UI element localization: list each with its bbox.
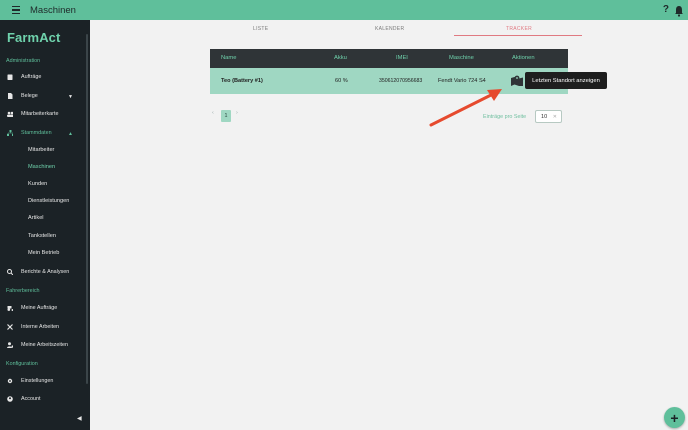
user-clock-icon [7,341,13,348]
sidebar-item-interne-arbeiten[interactable]: Interne Arbeiten [7,322,59,331]
pagination-next-button[interactable]: › [236,110,238,122]
tracker-table: Name Akku IMEI Maschine Aktionen Teo (Ba… [210,49,568,94]
tractor-icon [7,305,13,311]
document-icon [7,92,13,99]
help-icon[interactable]: ? [663,5,669,15]
sidebar-sub-tankstellen[interactable]: Tankstellen [28,233,56,239]
sidebar-item-label: Berichte & Analysen [21,268,70,275]
sidebar-item-meine-auftraege[interactable]: Meine Aufträge [7,303,57,312]
sidebar-item-label: Stammdaten [21,129,52,136]
tooltip: Letzten Standort anzeigen [525,72,607,89]
tab-liste[interactable]: LISTE [253,26,268,32]
sidebar-item-label: Aufträge [21,73,42,80]
sidebar-sub-kunden[interactable]: Kunden [28,181,47,187]
clipboard-icon [7,74,13,80]
sidebar-item-label: Account [21,395,41,402]
user-circle-icon [7,395,13,402]
section-konfiguration: Konfiguration [6,361,38,367]
tools-icon [7,323,13,330]
sidebar-sub-dienstleistungen[interactable]: Dienstleistungen [28,198,69,204]
chevron-up-icon[interactable]: ▲ [68,131,73,137]
table-row[interactable]: Teo (Battery #1) 60 % 350612070956683 Fe… [210,68,568,94]
sidebar-item-belege[interactable]: Belege [7,91,38,100]
gear-icon [7,378,13,384]
cell-name: Teo (Battery #1) [221,78,263,84]
sidebar-item-label: Belege [21,92,38,99]
pagination-prev-button[interactable]: ‹ [212,110,214,122]
page-title: Maschinen [30,4,76,16]
active-tab-indicator [454,35,582,36]
tab-bar: LISTE KALENDER TRACKER [225,20,582,38]
sidebar-item-auftraege[interactable]: Aufträge [7,72,41,81]
sidebar-scrollbar[interactable] [86,34,88,384]
notification-bell-icon[interactable] [674,4,684,17]
cell-imei: 350612070956683 [379,78,423,84]
search-chart-icon [7,268,13,275]
sidebar-item-label: Meine Arbeitszeiten [21,341,69,348]
sidebar-item-label: Mitarbeiterkarte [21,110,59,117]
section-fahrerbereich: Fahrerbereich [6,288,40,294]
pagination-page-1[interactable]: 1 [221,110,231,122]
sidebar-item-label: Interne Arbeiten [21,323,60,330]
sidebar-item-mitarbeiterkarte[interactable]: Mitarbeiterkarte [7,109,58,118]
column-header-name[interactable]: Name [221,55,236,61]
sidebar-item-berichte[interactable]: Berichte & Analysen [7,267,69,276]
sidebar-sub-mitarbeiter[interactable]: Mitarbeiter [28,147,54,153]
map-location-icon[interactable] [510,74,524,87]
sidebar-item-einstellungen[interactable]: Einstellungen [7,376,53,385]
per-page-select[interactable]: 10 ✕ [535,110,562,123]
sidebar-sub-artikel[interactable]: Artikel [28,215,44,221]
sitemap-icon [7,129,13,136]
sidebar-item-meine-arbeitszeiten[interactable]: Meine Arbeitszeiten [7,340,68,349]
sidebar-item-label: Einstellungen [21,377,54,384]
section-administration: Administration [6,58,41,64]
sidebar-item-stammdaten[interactable]: Stammdaten [7,128,52,137]
sidebar: FarmAct Administration Aufträge Belege ▼… [0,20,90,430]
hamburger-menu-icon[interactable] [4,0,28,20]
per-page-value: 10 [541,114,548,120]
column-header-aktionen: Aktionen [512,55,535,61]
cell-akku: 60 % [335,78,348,84]
sidebar-sub-maschinen[interactable]: Maschinen [28,164,55,170]
collapse-sidebar-icon[interactable]: ◀ [77,415,82,422]
sidebar-item-account[interactable]: Account [7,394,40,403]
column-header-maschine[interactable]: Maschine [449,55,474,61]
chevron-down-icon[interactable]: ▼ [68,94,73,100]
annotation-arrow [429,89,502,127]
brand-logo: FarmAct [7,30,61,45]
column-header-imei[interactable]: IMEI [396,55,408,61]
people-map-icon [7,111,13,117]
sidebar-sub-mein-betrieb[interactable]: Mein Betrieb [28,250,59,256]
tab-tracker[interactable]: TRACKER [506,26,532,32]
column-header-akku[interactable]: Akku [334,55,347,61]
table-header: Name Akku IMEI Maschine Aktionen [210,49,568,68]
tab-kalender[interactable]: KALENDER [375,26,404,32]
clear-icon[interactable]: ✕ [553,114,557,120]
top-app-bar: Maschinen ? [0,0,688,20]
sidebar-item-label: Meine Aufträge [21,304,58,311]
add-fab-button[interactable]: + [664,407,685,428]
